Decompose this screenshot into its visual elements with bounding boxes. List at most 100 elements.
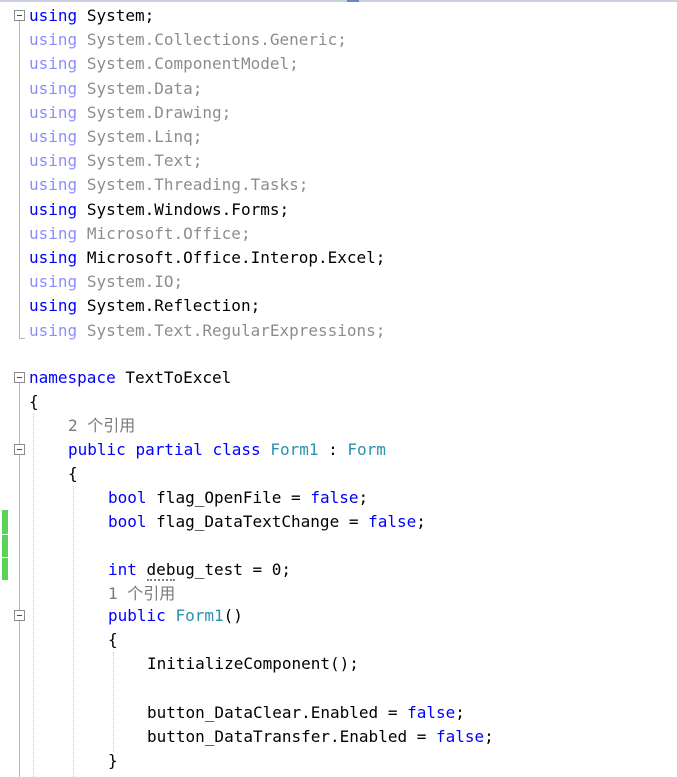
debug-field-initializer: = 0;	[242, 560, 292, 579]
assign-op: =	[281, 488, 311, 507]
using-keyword: using	[29, 127, 78, 146]
assign-target: button_DataTransfer.Enabled	[147, 727, 408, 746]
namespace-path: Microsoft.Office.Interop.Excel;	[86, 248, 386, 267]
false-keyword: false	[310, 488, 359, 507]
namespace-declaration: namespace TextToExcel	[29, 366, 231, 390]
collapse-namespace-icon[interactable]	[14, 372, 25, 383]
using-keyword: using	[29, 272, 78, 292]
assign-op: =	[407, 727, 436, 746]
int-keyword: int	[108, 560, 137, 579]
using-keyword: using	[29, 296, 78, 316]
using-directive: using System.Text.RegularExpressions;	[29, 319, 385, 343]
indent-guide-3	[113, 652, 114, 752]
ctor-open-brace: {	[108, 630, 118, 649]
namespace-path: System.Linq;	[86, 127, 203, 146]
using-directive: using System.Linq;	[29, 125, 202, 149]
using-keyword: using	[29, 223, 78, 243]
false-keyword: false	[368, 512, 417, 531]
using-directive: using System.Collections.Generic;	[29, 28, 347, 52]
namespace-path: System.ComponentModel;	[86, 54, 299, 74]
initialize-component-call: InitializeComponent();	[147, 654, 359, 673]
namespace-path: System.Collections.Generic;	[86, 30, 347, 50]
namespace-path: System.Threading.Tasks;	[86, 175, 309, 195]
using-keyword: using	[29, 199, 78, 219]
using-directive: using System.ComponentModel;	[29, 52, 299, 76]
public-keyword: public	[108, 606, 166, 625]
using-keyword: using	[29, 30, 78, 50]
type-keyword: bool	[108, 488, 147, 507]
editor-top-border	[0, 0, 677, 2]
using-keyword: using	[29, 151, 78, 171]
ctor-close-brace: }	[108, 751, 118, 770]
outline-line-namespace	[19, 383, 20, 777]
ctor-reference-count[interactable]: 1 个引用	[108, 582, 175, 606]
using-keyword: using	[29, 320, 78, 340]
change-indicator	[2, 510, 8, 534]
field-name: flag_DataTextChange	[156, 512, 340, 531]
namespace-path: System.IO;	[86, 272, 184, 292]
code-editor[interactable]: using System; using System.Collections.Ge…	[0, 4, 677, 777]
partial-keyword: partial	[135, 440, 203, 459]
field-declaration: bool flag_OpenFile = false;	[108, 486, 368, 510]
using-directive: using System.Data;	[29, 77, 202, 101]
ctor-parens: ()	[223, 606, 243, 625]
type-keyword: bool	[108, 512, 147, 531]
public-keyword: public	[68, 440, 126, 459]
namespace-open-brace: {	[29, 392, 39, 411]
using-keyword: using	[29, 102, 78, 122]
collapse-ctor-icon[interactable]	[14, 610, 25, 621]
collapse-class-icon[interactable]	[14, 444, 25, 455]
statement-dataclear: button_DataClear.Enabled = false;	[147, 701, 465, 725]
using-directive: using Microsoft.Office.Interop.Excel;	[29, 246, 385, 270]
assign-op: =	[378, 703, 408, 722]
using-directive: using System.Windows.Forms;	[29, 198, 289, 222]
namespace-path: System.Drawing;	[86, 102, 232, 122]
ctor-declaration: public Form1()	[108, 604, 243, 628]
false-keyword: false	[436, 727, 485, 746]
using-keyword: using	[29, 6, 78, 25]
using-keyword: using	[29, 175, 78, 195]
outline-line-usings	[19, 21, 20, 339]
using-directive: using System.Drawing;	[29, 101, 231, 125]
namespace-name: TextToExcel	[125, 368, 232, 387]
outline-end-usings	[19, 338, 25, 339]
using-directive: using System.Reflection;	[29, 294, 260, 318]
using-directive: using System.Text;	[29, 149, 202, 173]
statement-datatransfer: button_DataTransfer.Enabled = false;	[147, 725, 494, 749]
semicolon: ;	[416, 512, 426, 531]
using-directive: using System.IO;	[29, 270, 183, 294]
semicolon: ;	[455, 703, 465, 722]
change-indicator	[2, 535, 8, 557]
indent-guide-2	[73, 486, 74, 777]
namespace-path: System;	[86, 6, 155, 25]
indent-guide-1	[33, 414, 34, 777]
assign-op: =	[339, 512, 369, 531]
collapse-usings-icon[interactable]	[14, 10, 25, 21]
change-indicator	[2, 558, 8, 580]
field-name: flag_OpenFile	[156, 488, 282, 507]
namespace-path: System.Text;	[86, 151, 203, 171]
using-directive: using Microsoft.Office;	[29, 222, 251, 246]
class-reference-count[interactable]: 2 个引用	[68, 414, 135, 438]
namespace-keyword: namespace	[29, 368, 116, 387]
debug-field-declaration: int debug_test = 0;	[108, 558, 291, 582]
ctor-name: Form1	[175, 606, 224, 625]
field-declaration: bool flag_DataTextChange = false;	[108, 510, 426, 534]
suggestion-squiggle[interactable]: deb	[146, 560, 176, 581]
class-name: Form1	[270, 440, 319, 459]
semicolon: ;	[358, 488, 369, 507]
class-keyword: class	[212, 440, 261, 459]
using-directive: using System.Threading.Tasks;	[29, 173, 308, 197]
namespace-path: System.Reflection;	[86, 296, 261, 316]
class-open-brace: {	[68, 464, 78, 483]
semicolon: ;	[484, 727, 494, 746]
namespace-path: System.Text.RegularExpressions;	[86, 320, 386, 340]
namespace-path: System.Data;	[86, 78, 203, 98]
using-keyword: using	[29, 248, 78, 267]
using-directive: using System;	[29, 4, 154, 28]
namespace-path: System.Windows.Forms;	[86, 199, 290, 219]
base-class-name: Form	[347, 440, 386, 459]
inheritance-colon: :	[318, 440, 348, 459]
using-keyword: using	[29, 78, 78, 98]
scroll-position-marker	[347, 0, 359, 2]
